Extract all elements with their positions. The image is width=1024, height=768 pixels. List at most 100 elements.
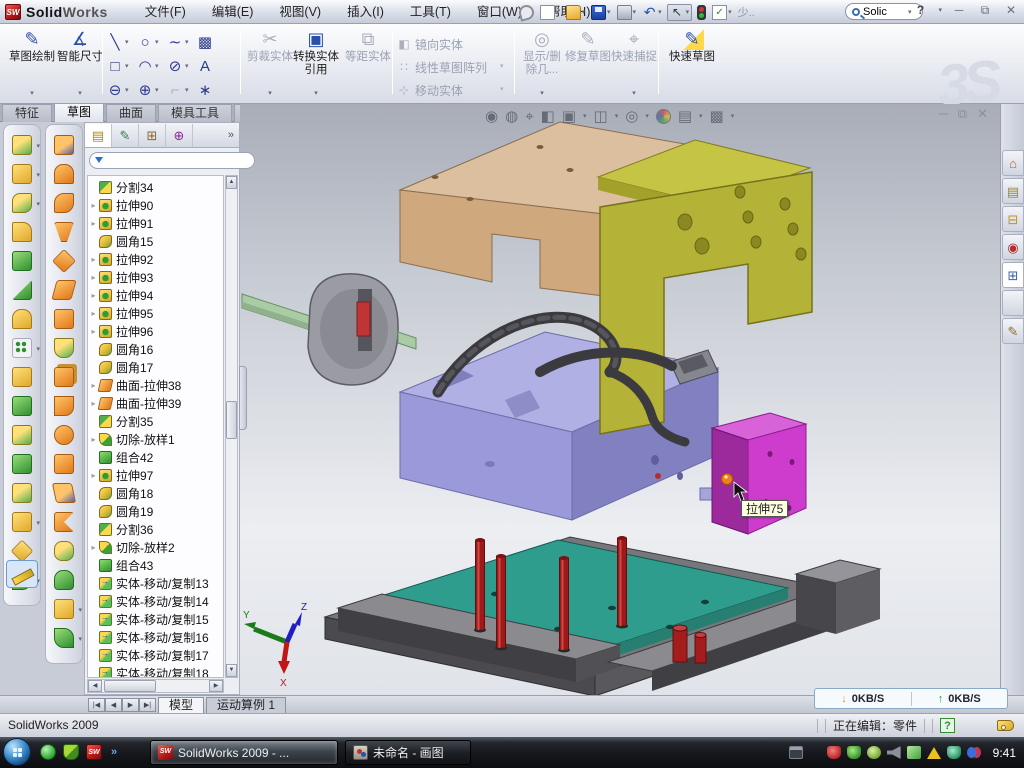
tree-item[interactable]: 拉伸97 — [88, 466, 223, 484]
keyboard-layout-icon[interactable] — [789, 746, 803, 759]
solidworks-search-button[interactable]: ◉ — [1002, 234, 1024, 260]
repair-sketch-button[interactable]: ✎ 修复草图 — [564, 27, 612, 101]
open-button[interactable]: ▾ — [565, 2, 587, 22]
panel-splitter-handle[interactable] — [239, 366, 247, 430]
menu-insert[interactable]: 插入(I) — [334, 1, 397, 23]
appearances-scenes-button[interactable] — [1002, 290, 1024, 316]
smart-dimension-button[interactable]: ∡ 智能尺寸 ▾ — [56, 27, 104, 101]
save-button[interactable]: ▾ — [590, 2, 612, 22]
tree-item[interactable]: 实体-移动/复制17 — [88, 646, 223, 664]
intersect-icon[interactable] — [12, 396, 32, 416]
badge-tray-icon[interactable] — [867, 746, 881, 759]
tree-item[interactable]: 曲面-拉伸39 — [88, 394, 223, 412]
first-tab-button[interactable]: |◀ — [88, 698, 105, 712]
surface-fill-icon[interactable] — [54, 309, 74, 329]
expand-arrow-icon[interactable] — [88, 291, 99, 300]
area-hatch-tool-button[interactable]: ▩ — [196, 30, 222, 54]
menu-tools[interactable]: 工具(T) — [397, 1, 464, 23]
tree-item[interactable]: 圆角19 — [88, 502, 223, 520]
menu-edit[interactable]: 编辑(E) — [199, 1, 267, 23]
tree-item[interactable]: 实体-移动/复制16 — [88, 628, 223, 646]
dimxpert-manager-tab[interactable]: ⊕ — [166, 124, 193, 147]
tree-item[interactable]: 圆角18 — [88, 484, 223, 502]
tree-item[interactable]: 拉伸91 — [88, 214, 223, 232]
menu-file[interactable]: 文件(F) — [132, 1, 199, 23]
spline-curve-icon[interactable]: ▾ — [54, 628, 74, 648]
antivirus-tray-icon[interactable] — [827, 746, 841, 759]
scroll-up-button[interactable]: ▲ — [226, 176, 237, 189]
filter-box[interactable] — [89, 152, 255, 169]
ref-geometry-icon[interactable]: ▾ — [54, 599, 74, 619]
security-shield-icon[interactable] — [63, 744, 79, 760]
property-manager-tab[interactable]: ✎ — [112, 124, 139, 147]
file-explorer-button[interactable]: ⊟ — [1002, 206, 1024, 232]
ellipse-tool-button[interactable]: ⊘▾ — [166, 54, 196, 78]
tab-features[interactable]: 特征 — [2, 104, 52, 122]
cylinder-tool-icon[interactable] — [54, 570, 74, 590]
tree-item[interactable]: 分割35 — [88, 412, 223, 430]
tree-item[interactable]: 拉伸95 — [88, 304, 223, 322]
new-document-button[interactable]: ▾ — [539, 2, 561, 22]
tab-sketch[interactable]: 草图 — [54, 103, 104, 122]
select-tool-button[interactable]: ↖▾ — [667, 4, 693, 21]
chevron-down-icon[interactable]: ▾ — [645, 112, 649, 120]
scrollbar-thumb[interactable] — [226, 401, 237, 439]
tree-item[interactable]: 实体-移动/复制14 — [88, 592, 223, 610]
sketch-fillet-tool-button[interactable]: ⌐▾ — [166, 78, 196, 102]
accelerator-tray-icon[interactable] — [847, 746, 861, 759]
thicken-icon[interactable] — [54, 367, 74, 387]
offset-entities-button[interactable]: ⧉ 等距实体 — [344, 27, 392, 101]
tab-model[interactable]: 模型 — [158, 697, 204, 713]
restore-button[interactable]: ⧉ — [976, 2, 994, 18]
tree-item[interactable]: 圆角15 — [88, 232, 223, 250]
line-tool-button[interactable]: ╲▾ — [106, 30, 136, 54]
panel-overflow-button[interactable]: » — [228, 129, 239, 141]
point-tool-button[interactable]: ∗ — [196, 78, 222, 102]
zoom-area-icon[interactable]: ◍ — [505, 107, 518, 125]
surface-fillet-icon[interactable] — [54, 541, 74, 561]
slot-tool-button[interactable]: ⊖▾ — [106, 78, 136, 102]
boss-extrude-icon[interactable]: ▾ — [12, 135, 32, 155]
status-help-icon[interactable]: ? — [940, 718, 955, 733]
toolbar-overflow-button[interactable]: 少.. — [737, 2, 756, 22]
arc-tool-button[interactable]: ◠▾ — [136, 54, 166, 78]
tree-horizontal-scrollbar[interactable]: ◀ ▶ — [87, 679, 224, 693]
extend-surface-icon[interactable] — [52, 483, 76, 503]
warning-tray-icon[interactable] — [927, 747, 941, 759]
edit-appearance-icon[interactable] — [656, 109, 671, 124]
usb-tray-icon[interactable] — [907, 746, 921, 759]
zoom-fit-icon[interactable]: ◉ — [485, 107, 498, 125]
parting-surface-icon[interactable] — [54, 164, 74, 184]
tree-item[interactable]: 拉伸90 — [88, 196, 223, 214]
apply-scene-icon[interactable]: ▤ — [678, 107, 692, 125]
sketch-text-tool-button[interactable]: A — [196, 54, 222, 78]
design-library-button[interactable]: ▤ — [1002, 178, 1024, 204]
custom-properties-button[interactable]: ✎ — [1002, 318, 1024, 344]
circle-tool-button[interactable]: ○▾ — [136, 30, 166, 54]
tree-item[interactable]: 拉伸92 — [88, 250, 223, 268]
taskbar-clock[interactable]: 9:41 — [993, 746, 1016, 760]
help-button[interactable]: ? — [911, 2, 929, 18]
quick-launch-overflow[interactable]: » — [111, 746, 117, 758]
reference-geometry-icon[interactable]: ▾ — [12, 512, 32, 532]
tab-mold-tools[interactable]: 模具工具 — [158, 104, 232, 122]
extruded-cut-icon[interactable]: ▾ — [12, 164, 32, 184]
start-button[interactable] — [3, 738, 31, 766]
measure-tool-button[interactable] — [6, 560, 38, 588]
tree-item[interactable]: 切除-放样2 — [88, 538, 223, 556]
search-input[interactable] — [863, 6, 907, 18]
trim-surface-icon[interactable] — [54, 193, 74, 213]
solidworks-launcher-icon[interactable]: SW — [86, 744, 102, 760]
tree-item[interactable]: 实体-移动/复制13 — [88, 574, 223, 592]
print-button[interactable]: ▾ — [616, 2, 638, 22]
tree-item[interactable]: 分割34 — [88, 178, 223, 196]
scroll-down-button[interactable]: ▼ — [226, 664, 237, 677]
tree-item[interactable]: 曲面-拉伸38 — [88, 376, 223, 394]
tree-item[interactable]: 拉伸96 — [88, 322, 223, 340]
expand-arrow-icon[interactable] — [88, 255, 99, 264]
tree-item[interactable]: 组合42 — [88, 448, 223, 466]
magnifying-glass-icon[interactable]: ⌖ — [525, 108, 533, 125]
shell-icon[interactable] — [12, 251, 32, 271]
flex-icon[interactable] — [54, 338, 74, 358]
status-tag-icon[interactable] — [997, 720, 1014, 731]
